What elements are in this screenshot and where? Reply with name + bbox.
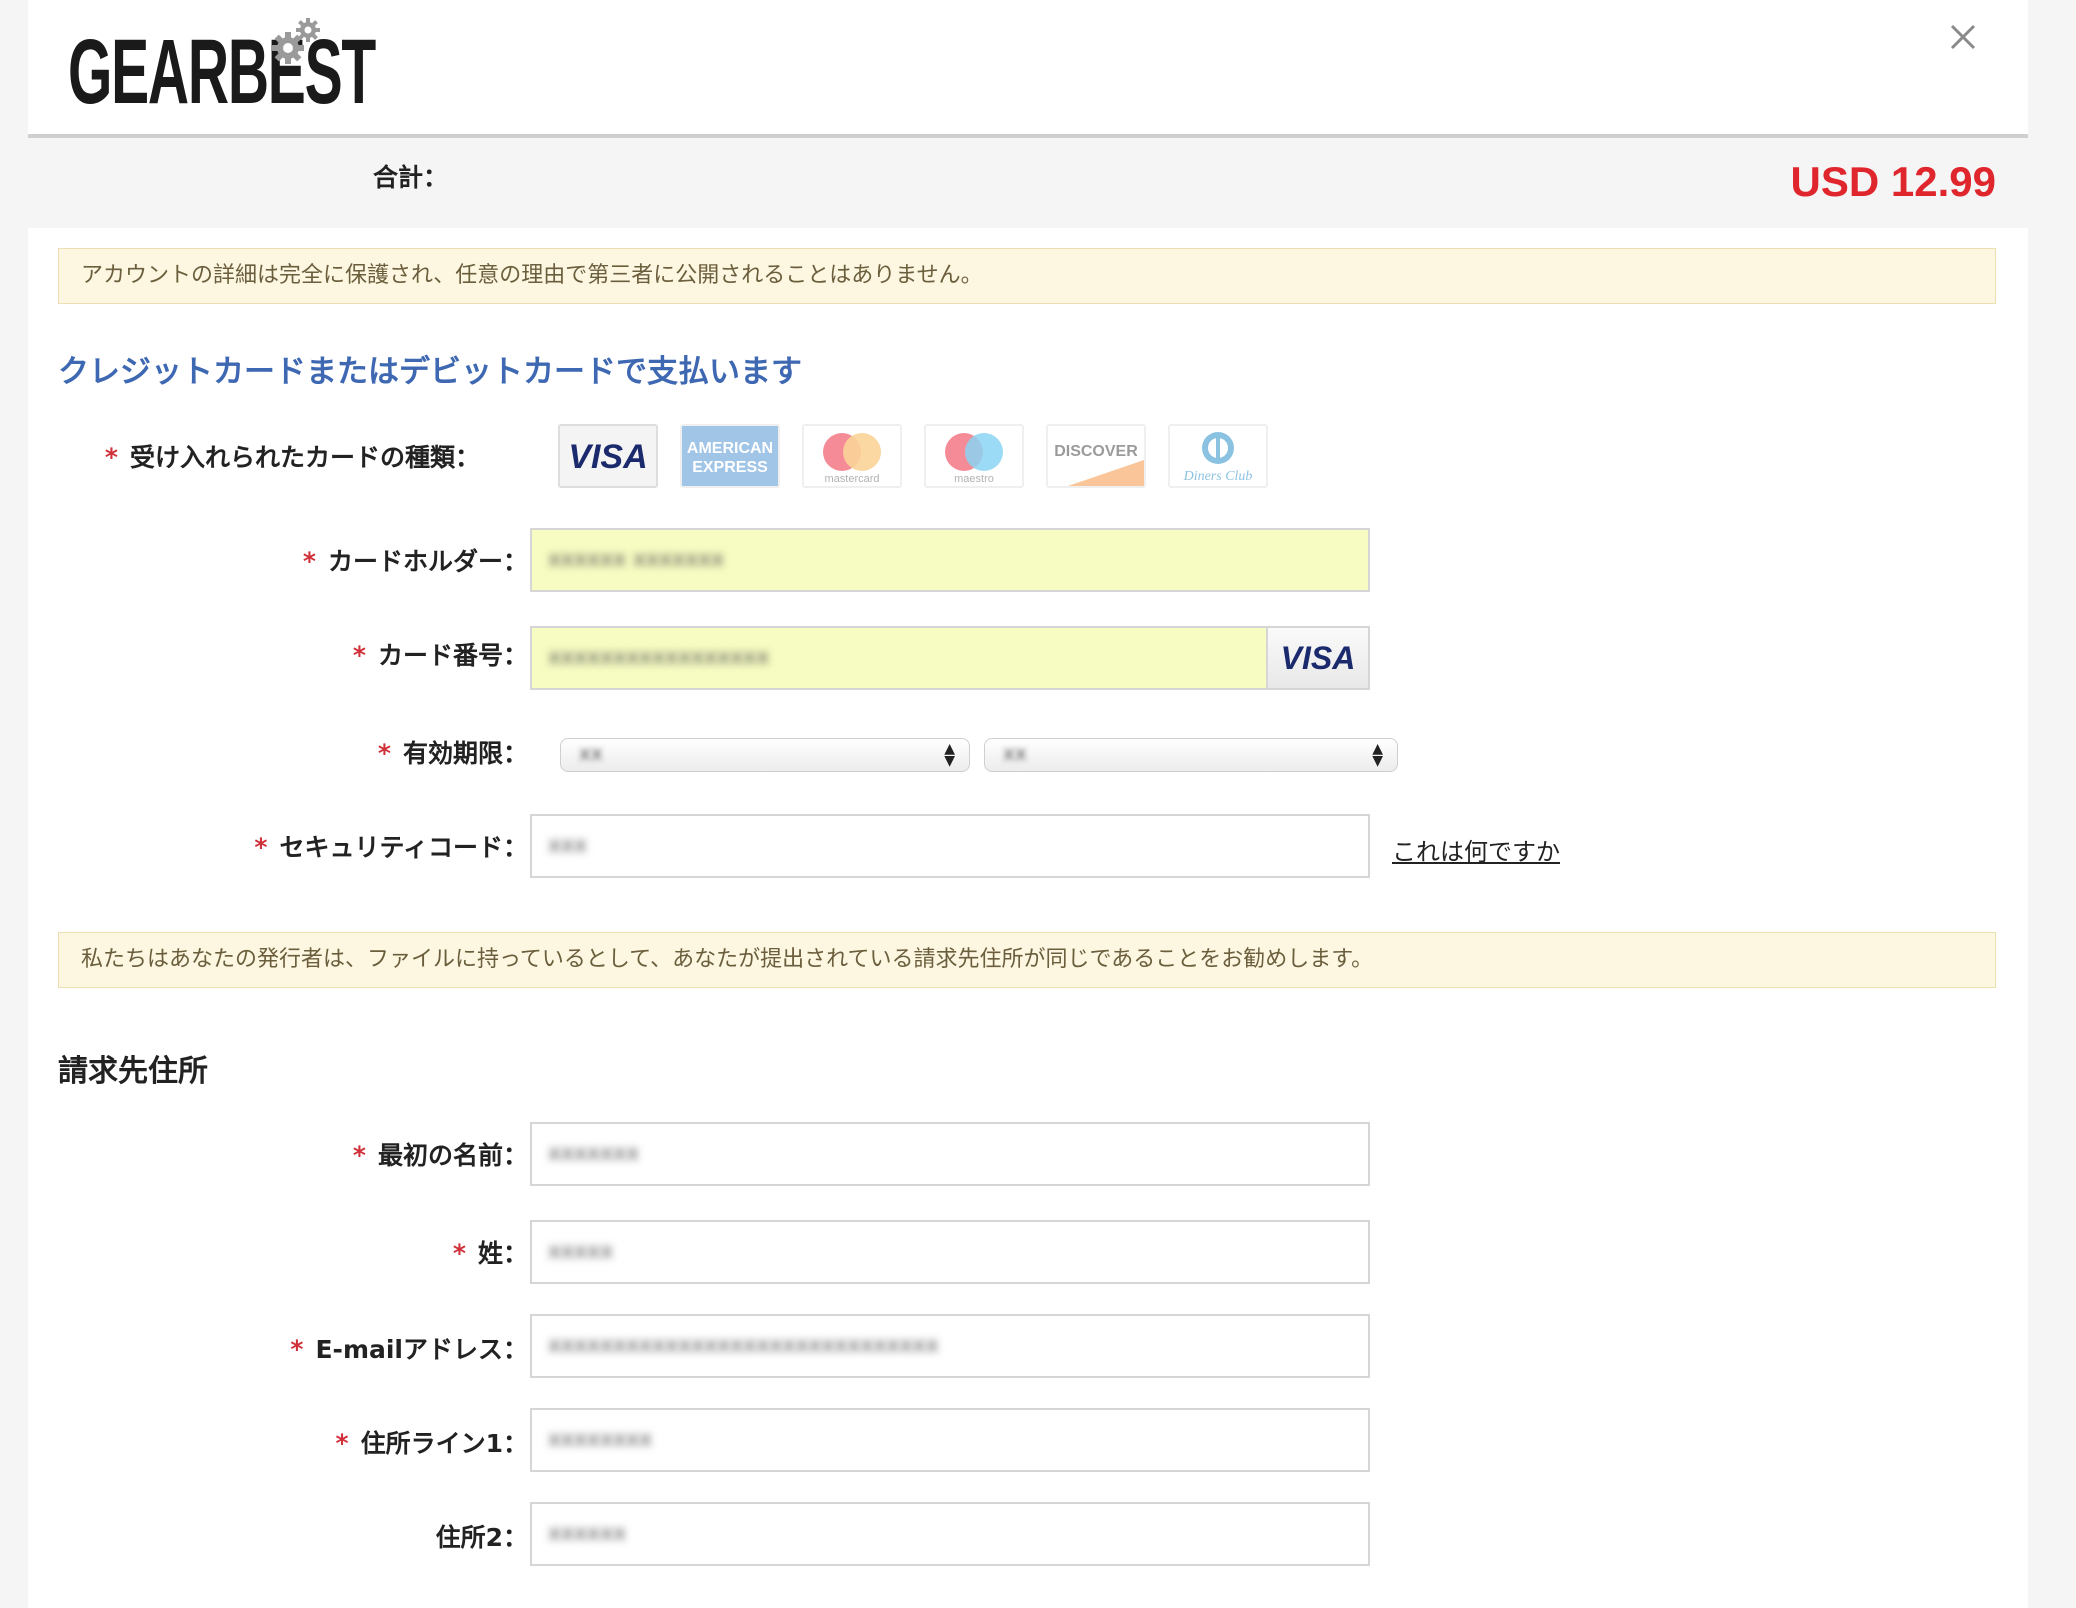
card-brand-badge: VISA — [1266, 628, 1368, 688]
mastercard-card-logo[interactable]: mastercard — [802, 424, 902, 488]
cvv-value: xxx — [548, 833, 588, 858]
address1-label: * 住所ライン1： — [335, 1429, 528, 1458]
cvv-help-link[interactable]: これは何ですか — [1392, 832, 1560, 867]
privacy-notice: アカウントの詳細は完全に保護され、任意の理由で第三者に公開されることはありません… — [58, 248, 1996, 304]
accepted-cards-label: * 受け入れられたカードの種類： — [104, 443, 480, 472]
email-label: * E-mailアドレス： — [290, 1335, 528, 1364]
svg-text:AMERICAN: AMERICAN — [687, 440, 773, 457]
address2-input[interactable]: xxxxxx — [530, 1502, 1370, 1566]
cardholder-label: * カードホルダー： — [302, 547, 528, 576]
address2-label: 住所2： — [435, 1523, 528, 1552]
expiry-label: * 有効期限： — [377, 739, 528, 768]
first-name-input[interactable]: xxxxxxx — [530, 1122, 1370, 1186]
select-arrows-icon: ▲ ▼ — [944, 741, 955, 769]
expiry-year-value: xx — [1003, 741, 1027, 765]
expiry-month-select[interactable]: xx ▲ ▼ — [560, 738, 970, 772]
last-name-input[interactable]: xxxxx — [530, 1220, 1370, 1284]
address1-input[interactable]: xxxxxxxx — [530, 1408, 1370, 1472]
first-name-label: * 最初の名前： — [352, 1141, 528, 1170]
billing-notice: 私たちはあなたの発行者は、ファイルに持っているとして、あなたが提出されている請求… — [58, 932, 1996, 988]
maestro-card-logo[interactable]: maestro — [924, 424, 1024, 488]
card-number-value: xxxxxxxxxxxxxxxxx — [548, 645, 770, 670]
discover-card-logo[interactable]: DISCOVER — [1046, 424, 1146, 488]
expiry-year-select[interactable]: xx ▲ ▼ — [984, 738, 1398, 772]
svg-text:maestro: maestro — [954, 473, 994, 485]
svg-text:mastercard: mastercard — [824, 473, 879, 485]
first-name-value: xxxxxxx — [548, 1141, 640, 1166]
select-arrows-icon: ▲ ▼ — [1372, 741, 1383, 769]
header: GEARBEST — [28, 0, 2028, 138]
email-value: xxxxxxxxxxxxxxxxxxxxxxxxxxxxxx — [548, 1333, 939, 1358]
payment-form-panel: アカウントの詳細は完全に保護され、任意の理由で第三者に公開されることはありません… — [28, 228, 2028, 1608]
last-name-label: * 姓： — [452, 1239, 528, 1268]
svg-text:DISCOVER: DISCOVER — [1054, 443, 1138, 460]
svg-text:EXPRESS: EXPRESS — [692, 459, 768, 476]
cvv-input[interactable]: xxx — [530, 814, 1370, 878]
logo-text: GEARBEST — [68, 21, 376, 123]
last-name-value: xxxxx — [548, 1239, 614, 1264]
order-total: 合計： USD 12.99 — [373, 158, 1996, 206]
close-icon[interactable] — [1938, 12, 1988, 62]
cvv-label: * セキュリティコード： — [254, 833, 528, 862]
address1-value: xxxxxxxx — [548, 1427, 653, 1452]
card-number-label: * カード番号： — [352, 641, 528, 670]
cardholder-input[interactable]: xxxxxx xxxxxxx — [530, 528, 1370, 592]
svg-text:Diners Club: Diners Club — [1183, 469, 1253, 484]
payment-section-title: クレジットカードまたはデビットカードで支払います — [58, 354, 802, 390]
expiry-month-value: xx — [579, 741, 603, 765]
email-input[interactable]: xxxxxxxxxxxxxxxxxxxxxxxxxxxxxx — [530, 1314, 1370, 1378]
total-label: 合計： — [372, 163, 448, 192]
gear-icon — [272, 18, 320, 64]
card-number-input[interactable]: xxxxxxxxxxxxxxxxx VISA — [530, 626, 1370, 690]
diners-club-card-logo[interactable]: Diners Club — [1168, 424, 1268, 488]
address2-value: xxxxxx — [548, 1521, 627, 1546]
total-amount: USD 12.99 — [1790, 158, 1996, 205]
amex-card-logo[interactable]: AMERICAN EXPRESS — [680, 424, 780, 488]
visa-card-logo[interactable]: VISA — [558, 424, 658, 488]
cardholder-value: xxxxxx xxxxxxx — [548, 547, 725, 572]
billing-section-title: 請求先住所 — [58, 1054, 208, 1089]
svg-text:VISA: VISA — [568, 438, 647, 476]
